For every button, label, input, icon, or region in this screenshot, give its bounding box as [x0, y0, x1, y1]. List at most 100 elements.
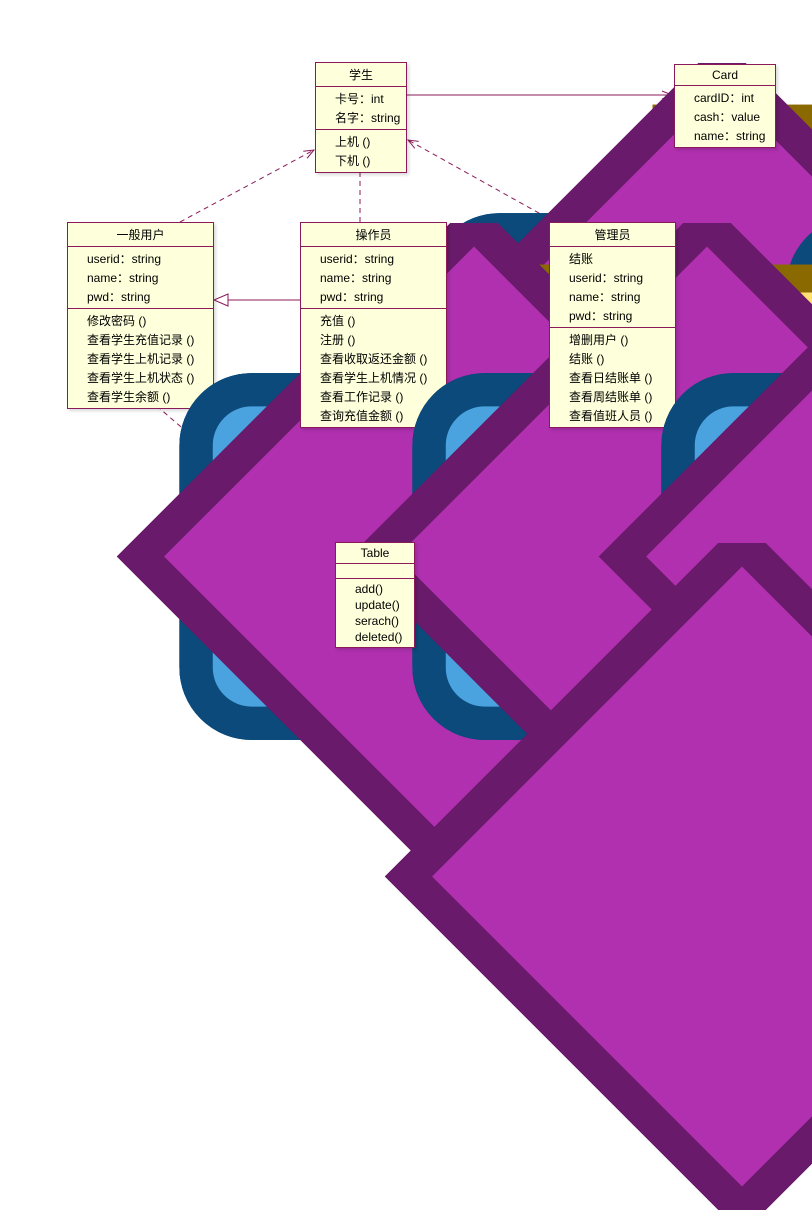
- operation-icon: [72, 315, 84, 327]
- operation-text: 查看学生上机记录 (): [87, 350, 194, 367]
- rel-user-student: [180, 150, 314, 222]
- operation-icon: [305, 391, 317, 403]
- operation-row: 查看值班人员 (): [550, 406, 675, 425]
- operation-row: add(): [336, 581, 414, 597]
- attribute-text: 名字：string: [335, 109, 400, 126]
- attribute-row: pwd：string: [301, 287, 446, 306]
- operation-text: 充值 (): [320, 312, 355, 329]
- operation-row: 查看学生上机记录 (): [68, 349, 213, 368]
- operation-text: 查看周结账单 (): [569, 388, 652, 405]
- class-title: 操作员: [301, 223, 446, 247]
- attrs-section: userid：stringname：stringpwd：string: [68, 247, 213, 309]
- attribute-text: 卡号：int: [335, 90, 384, 107]
- operation-row: deleted(): [336, 629, 414, 645]
- attribute-icon: [554, 310, 566, 322]
- attribute-text: userid：string: [87, 250, 161, 267]
- class-student: 学生 卡号：int 名字：string 上机 ()下机 (): [315, 62, 407, 173]
- attribute-icon: [72, 291, 84, 303]
- operation-text: 查看学生上机情况 (): [320, 369, 427, 386]
- operation-icon: [554, 334, 566, 346]
- ops-section: add() update() serach() deleted(): [336, 579, 414, 647]
- attribute-icon: [679, 130, 691, 142]
- attribute-row: name：string: [550, 287, 675, 306]
- class-title: 一般用户: [68, 223, 213, 247]
- class-table: Table add()update()serach()deleted(): [335, 542, 415, 648]
- operation-text: 查看收取返还金额 (): [320, 350, 427, 367]
- ops-section: 修改密码 ()查看学生充值记录 ()查看学生上机记录 ()查看学生上机状态 ()…: [68, 309, 213, 408]
- operation-text: add(): [355, 582, 383, 596]
- attribute-row: name：string: [675, 126, 775, 145]
- operation-text: serach(): [355, 614, 399, 628]
- attribute-text: 结账: [569, 250, 593, 267]
- operation-icon: [305, 334, 317, 346]
- operation-icon: [320, 136, 332, 148]
- attribute-row: name：string: [301, 268, 446, 287]
- operation-row: 查看日结账单 (): [550, 368, 675, 387]
- attrs-section: [336, 564, 414, 579]
- attribute-text: name：string: [320, 269, 391, 286]
- operation-icon: [554, 353, 566, 365]
- operation-row: 上机 (): [316, 132, 406, 151]
- attribute-row: cardID：int: [675, 88, 775, 107]
- class-title: 学生: [316, 63, 406, 87]
- attribute-row: userid：string: [550, 268, 675, 287]
- attribute-icon: [72, 253, 84, 265]
- attribute-text: userid：string: [569, 269, 643, 286]
- attribute-row: cash：value: [675, 107, 775, 126]
- operation-row: 结账 (): [550, 349, 675, 368]
- operation-row: 充值 (): [301, 311, 446, 330]
- operation-icon: [305, 353, 317, 365]
- attrs-section: 卡号：int 名字：string: [316, 87, 406, 130]
- attribute-row: 卡号：int: [316, 89, 406, 108]
- operation-row: 下机 (): [316, 151, 406, 170]
- operation-text: 注册 (): [320, 331, 355, 348]
- operation-text: 查看值班人员 (): [569, 407, 652, 424]
- attribute-icon: [320, 112, 332, 124]
- attribute-icon: [305, 291, 317, 303]
- ops-section: 充值 () 注册 () 查看收取返还金额 () 查看学生上机情况 () 查看工作记录 (…: [301, 309, 446, 427]
- attrs-section: userid：string name：stringpwd：string: [301, 247, 446, 309]
- ops-section: 上机 ()下机 (): [316, 130, 406, 172]
- attribute-icon: [679, 92, 691, 104]
- attribute-icon: [320, 93, 332, 105]
- operation-text: update(): [355, 598, 400, 612]
- operation-text: 查看工作记录 (): [320, 388, 403, 405]
- operation-text: 查询充值金额 (): [320, 407, 403, 424]
- operation-row: serach(): [336, 613, 414, 629]
- operation-icon: [72, 391, 84, 403]
- operation-row: 增删用户 (): [550, 330, 675, 349]
- operation-icon: [554, 372, 566, 384]
- attribute-text: userid：string: [320, 250, 394, 267]
- operation-text: deleted(): [355, 630, 402, 644]
- operation-text: 查看学生充值记录 (): [87, 331, 194, 348]
- operation-row: 查看周结账单 (): [550, 387, 675, 406]
- attribute-icon: [554, 291, 566, 303]
- operation-text: 结账 (): [569, 350, 604, 367]
- operation-row: 注册 (): [301, 330, 446, 349]
- attribute-icon: [72, 272, 84, 284]
- attribute-icon: [305, 272, 317, 284]
- operation-text: 上机 (): [335, 133, 370, 150]
- operation-text: 查看学生余额 (): [87, 388, 170, 405]
- class-card: Card cardID：intcash：valuename：string: [674, 64, 776, 148]
- attribute-text: name：string: [569, 288, 640, 305]
- ops-section: 增删用户 ()结账 () 查看日结账单 () 查看周结账单 () 查看值班人员 (): [550, 328, 675, 427]
- class-operator: 操作员 userid：string name：stringpwd：string 充…: [300, 222, 447, 428]
- attribute-icon: [679, 111, 691, 123]
- operation-icon: [554, 410, 566, 422]
- operation-text: 查看日结账单 (): [569, 369, 652, 386]
- class-admin: 管理员 结账 userid：string name：string pwd：string…: [549, 222, 676, 428]
- attribute-icon: [305, 253, 317, 265]
- attribute-text: name：string: [87, 269, 158, 286]
- attribute-text: pwd：string: [569, 307, 632, 324]
- attribute-icon: [554, 272, 566, 284]
- operation-icon: [320, 155, 332, 167]
- attribute-row: 名字：string: [316, 108, 406, 127]
- class-user: 一般用户 userid：stringname：stringpwd：string …: [67, 222, 214, 409]
- operation-row: 查询充值金额 (): [301, 406, 446, 425]
- attribute-row: 结账: [550, 249, 675, 268]
- operation-row: 查看学生余额 (): [68, 387, 213, 406]
- class-title: 管理员: [550, 223, 675, 247]
- attribute-icon: [554, 253, 566, 265]
- class-title: Card: [675, 65, 775, 86]
